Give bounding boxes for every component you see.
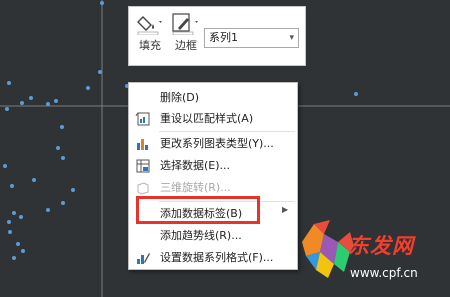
scatter-point[interactable] — [16, 242, 20, 246]
scatter-point[interactable] — [29, 96, 33, 100]
mini-toolbar: 填充 边框 系列1 ▾ — [128, 6, 306, 66]
rotate-3d-icon — [135, 180, 151, 196]
scatter-point[interactable] — [46, 208, 50, 212]
menu-item-select-data-label: 选择数据(E)... — [160, 159, 231, 172]
scatter-point[interactable] — [46, 102, 50, 106]
scatter-point[interactable] — [100, 1, 104, 5]
chevron-down-icon: ▾ — [289, 33, 294, 43]
scatter-point[interactable] — [8, 230, 12, 234]
scatter-point[interactable] — [32, 178, 36, 182]
series-select[interactable]: 系列1 ▾ — [204, 28, 299, 48]
border-label: 边框 — [175, 39, 197, 52]
scatter-point[interactable] — [10, 184, 14, 188]
context-menu: 删除(D) 重设以匹配样式(A) 更改系列图表类型(Y)... 选择数据(E).… — [128, 82, 298, 270]
scatter-point[interactable] — [12, 256, 16, 260]
submenu-arrow-icon: ▶ — [282, 205, 289, 214]
reset-style-icon — [135, 111, 151, 127]
scatter-point[interactable] — [71, 188, 75, 192]
scatter-point[interactable] — [98, 70, 102, 74]
scatter-point[interactable] — [20, 101, 24, 105]
watermark-site-text: www.cpf.cn — [350, 266, 418, 280]
menu-item-format-data-series-label: 设置数据系列格式(F)... — [160, 251, 274, 264]
format-series-icon — [135, 250, 151, 266]
scatter-point[interactable] — [19, 215, 23, 219]
scatter-point[interactable] — [3, 164, 7, 168]
scatter-point[interactable] — [56, 146, 60, 150]
watermark-brand-text: 东发网 — [348, 234, 414, 258]
menu-separator — [159, 131, 295, 132]
scatter-point[interactable] — [7, 81, 11, 85]
menu-item-reset-style-label: 重设以匹配样式(A) — [160, 112, 254, 125]
scatter-point[interactable] — [86, 86, 90, 90]
fill-label: 填充 — [139, 39, 161, 52]
scatter-point[interactable] — [7, 220, 11, 224]
chart-type-icon — [135, 136, 151, 152]
pen-icon — [171, 13, 201, 36]
menu-item-change-chart-type-label: 更改系列图表类型(Y)... — [160, 137, 274, 150]
menu-item-delete[interactable]: 删除(D) — [129, 87, 297, 109]
menu-item-add-trendline[interactable]: 添加趋势线(R)... — [129, 225, 297, 247]
menu-item-reset-style[interactable]: 重设以匹配样式(A) — [129, 108, 297, 130]
scatter-point[interactable] — [61, 156, 65, 160]
menu-item-delete-label: 删除(D) — [160, 91, 200, 104]
scatter-point[interactable] — [21, 249, 25, 253]
scatter-point[interactable] — [5, 107, 9, 111]
scatter-point[interactable] — [61, 201, 65, 205]
menu-item-select-data[interactable]: 选择数据(E)... — [129, 155, 297, 177]
border-button[interactable]: 边框 — [171, 13, 201, 53]
scatter-point[interactable] — [354, 92, 358, 96]
paint-bucket-icon — [135, 13, 165, 36]
fill-button[interactable]: 填充 — [135, 13, 165, 53]
scatter-point[interactable] — [60, 125, 64, 129]
menu-item-change-chart-type[interactable]: 更改系列图表类型(Y)... — [129, 133, 297, 155]
menu-item-format-data-series[interactable]: 设置数据系列格式(F)... — [129, 247, 297, 269]
scatter-point[interactable] — [12, 211, 16, 215]
highlight-box — [136, 196, 260, 224]
series-select-value: 系列1 — [209, 31, 238, 44]
menu-item-add-trendline-label: 添加趋势线(R)... — [160, 229, 242, 242]
select-data-icon — [135, 158, 151, 174]
scatter-point[interactable] — [54, 99, 58, 103]
